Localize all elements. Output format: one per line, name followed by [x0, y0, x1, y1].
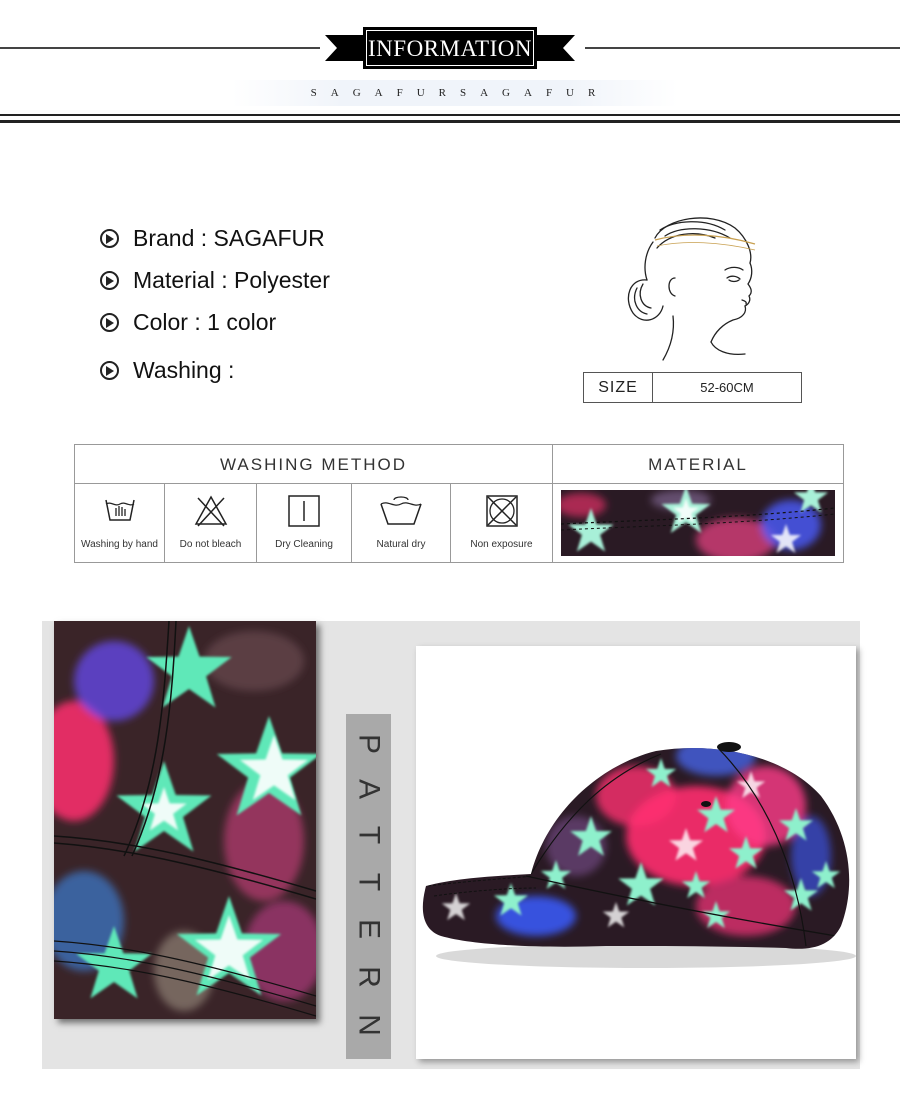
washing-method-header: WASHING METHOD	[75, 445, 553, 484]
info-banner: INFORMATION	[325, 27, 575, 69]
pattern-letter: A	[352, 778, 386, 799]
header-line-right	[585, 47, 900, 49]
wash-item-caption: Washing by hand	[81, 539, 158, 550]
size-box: SIZE 52-60CM	[583, 372, 802, 403]
no-bleach-icon	[194, 495, 227, 527]
arrow-circle-icon	[100, 270, 119, 290]
info-material: Material : Polyester	[100, 265, 330, 295]
info-brand: Brand : SAGAFUR	[100, 223, 325, 253]
arrow-circle-icon	[100, 228, 119, 248]
wash-item-non-exposure: Non exposure	[451, 484, 553, 562]
size-value: 52-60CM	[700, 380, 754, 395]
non-exposure-icon	[485, 495, 518, 527]
wash-item-caption: Non exposure	[470, 539, 533, 550]
head-sketch-icon	[627, 217, 756, 361]
wash-item-caption: Do not bleach	[179, 539, 242, 550]
wash-item-dry-clean: Dry Cleaning	[257, 484, 352, 562]
material-swatch	[561, 490, 835, 556]
natural-dry-icon	[380, 496, 422, 525]
header-line-left	[0, 47, 320, 49]
material-header: MATERIAL	[553, 445, 843, 484]
header-divider-top	[0, 114, 900, 116]
pattern-letter: P	[352, 733, 386, 754]
page-title: INFORMATION	[363, 27, 537, 69]
brand-subtitle: SAGAFURSAGAFUR	[310, 87, 610, 99]
info-brand-text: Brand : SAGAFUR	[133, 224, 325, 251]
wash-item-caption: Natural dry	[376, 539, 426, 550]
pattern-letter: T	[352, 872, 386, 892]
header-divider-bottom	[0, 120, 900, 123]
pattern-letter: E	[352, 918, 386, 939]
pattern-letter: T	[352, 825, 386, 845]
washing-table: WASHING METHOD MATERIAL Washing by hand …	[74, 444, 844, 563]
info-material-text: Material : Polyester	[133, 266, 330, 293]
info-washing-text: Washing :	[133, 356, 235, 383]
info-washing: Washing :	[100, 355, 234, 385]
wash-item-caption: Dry Cleaning	[275, 539, 333, 550]
wash-item-natural-dry: Natural dry	[352, 484, 451, 562]
dry-clean-icon	[288, 495, 320, 527]
pattern-letter: R	[352, 966, 386, 988]
info-color: Color : 1 color	[100, 307, 276, 337]
fabric-closeup-image	[54, 621, 316, 1019]
size-label: SIZE	[584, 373, 653, 402]
arrow-circle-icon	[100, 312, 119, 332]
info-color-text: Color : 1 color	[133, 308, 277, 335]
cap-product-image	[422, 742, 856, 968]
arrow-circle-icon	[100, 360, 119, 380]
wash-item-hand: Washing by hand	[75, 484, 165, 562]
wash-item-no-bleach: Do not bleach	[165, 484, 257, 562]
pattern-letter: N	[352, 1014, 386, 1036]
hand-wash-icon	[104, 499, 135, 521]
